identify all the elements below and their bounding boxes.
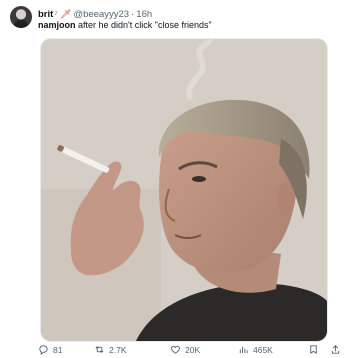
bookmark-button[interactable] [308,344,319,355]
tweet-time[interactable]: 16h [136,9,152,20]
photo-ear [277,183,295,215]
tweet-header: brit ⁷ 🗡 @beeayyy23 · 16h [38,7,152,21]
tweet-text: namjoon after he didn't click "close fri… [38,20,212,30]
author-handle[interactable]: @beeayyy23 [74,9,130,20]
share-button[interactable] [330,344,341,355]
bookmark-icon [310,345,317,355]
reply-count: 81 [53,344,63,355]
heart-icon [171,345,180,354]
avatar[interactable] [10,6,32,28]
author-name[interactable]: brit [38,9,53,20]
tweet-media[interactable] [40,38,328,342]
header-separator: · [131,8,135,20]
views-icon [239,346,248,354]
retweet-icon [95,346,104,353]
photo-eye [192,176,206,182]
tweet-actions: 81 2.7K 20K 465K [38,344,341,358]
like-button[interactable]: 20K [170,344,200,355]
retweet-count: 2.7K [109,344,127,355]
author-emoji: ⁷ 🗡 [54,8,72,19]
reply-icon [39,345,48,355]
tweet-text-bold: namjoon [38,20,76,30]
views-count: 465K [253,344,273,355]
views-button[interactable]: 465K [238,344,273,355]
share-icon [331,345,340,354]
reply-button[interactable]: 81 [38,344,62,355]
retweet-button[interactable]: 2.7K [94,344,127,355]
media-photo [41,39,327,341]
like-count: 20K [185,344,201,355]
tweet-text-rest: after he didn't click "close friends" [75,20,212,30]
